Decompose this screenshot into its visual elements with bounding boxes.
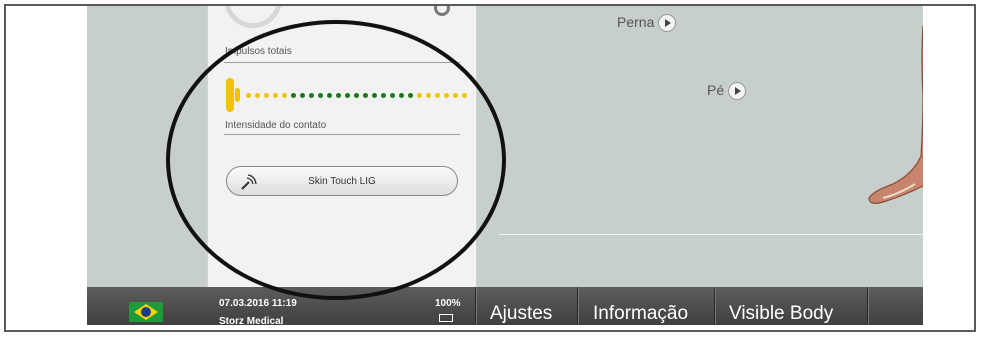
intensity-dot[interactable] [444,93,449,98]
intensity-dot[interactable] [363,93,368,98]
pulses-label: Impulsos totais [225,46,292,57]
tab-separator [714,287,716,325]
device-screen: Impulsos totais Intensidade do contato S… [87,6,923,325]
tab-separator [867,287,869,325]
pulses-divider [224,62,460,63]
intensity-divider [224,134,460,135]
intensity-dot[interactable] [462,93,467,98]
intensity-dot[interactable] [381,93,386,98]
skin-touch-label: Skin Touch LIG [308,176,376,187]
treatment-panel: Impulsos totais Intensidade do contato S… [207,6,477,287]
intensity-dot[interactable] [408,93,413,98]
intensity-dot[interactable] [318,93,323,98]
status-org: Storz Medical [219,316,284,325]
status-datetime: 07.03.2016 11:19 [219,298,297,309]
tab-settings[interactable]: Ajustes [490,303,552,325]
intensity-marker[interactable] [226,78,234,112]
intensity-dot[interactable] [309,93,314,98]
intensity-dot[interactable] [255,93,260,98]
brazil-flag-icon[interactable] [129,302,163,322]
intensity-dot[interactable] [273,93,278,98]
intensity-dot[interactable] [327,93,332,98]
leg-label: Perna [617,14,655,30]
intensity-scale[interactable] [246,93,467,98]
leg-nav[interactable]: Perna [617,14,677,33]
intensity-dot[interactable] [246,93,251,98]
intensity-label: Intensidade do contato [225,120,327,131]
play-icon[interactable] [728,82,747,101]
intensity-dot[interactable] [345,93,350,98]
intensity-dot[interactable] [399,93,404,98]
leg-anatomy-image[interactable] [863,6,923,216]
intensity-dot[interactable] [264,93,269,98]
tab-visible-body[interactable]: Visible Body [729,303,833,325]
battery-percent: 100% [435,298,461,309]
intensity-dot[interactable] [291,93,296,98]
battery-icon [439,314,453,322]
intensity-dot[interactable] [336,93,341,98]
screenshot-frame: Impulsos totais Intensidade do contato S… [4,4,976,332]
section-divider [499,234,923,235]
intensity-dot[interactable] [426,93,431,98]
tab-information[interactable]: Informação [593,303,688,325]
foot-label: Pé [707,82,725,98]
intensity-dot[interactable] [354,93,359,98]
skin-touch-button[interactable]: Skin Touch LIG [226,166,458,196]
foot-nav[interactable]: Pé [707,82,747,101]
play-icon[interactable] [658,14,677,33]
intensity-dot[interactable] [390,93,395,98]
intensity-dot[interactable] [300,93,305,98]
tab-separator [577,287,579,325]
intensity-dot[interactable] [372,93,377,98]
intensity-marker-tail [235,88,240,102]
tab-separator [475,287,477,325]
intensity-dot[interactable] [417,93,422,98]
intensity-dot[interactable] [282,93,287,98]
intensity-dot[interactable] [435,93,440,98]
settings-knob-icon[interactable] [434,6,450,16]
intensity-dot[interactable] [453,93,458,98]
bottom-bar: 07.03.2016 11:19 Storz Medical 100% Ajus… [87,287,923,325]
pulses-knob[interactable] [224,6,282,28]
